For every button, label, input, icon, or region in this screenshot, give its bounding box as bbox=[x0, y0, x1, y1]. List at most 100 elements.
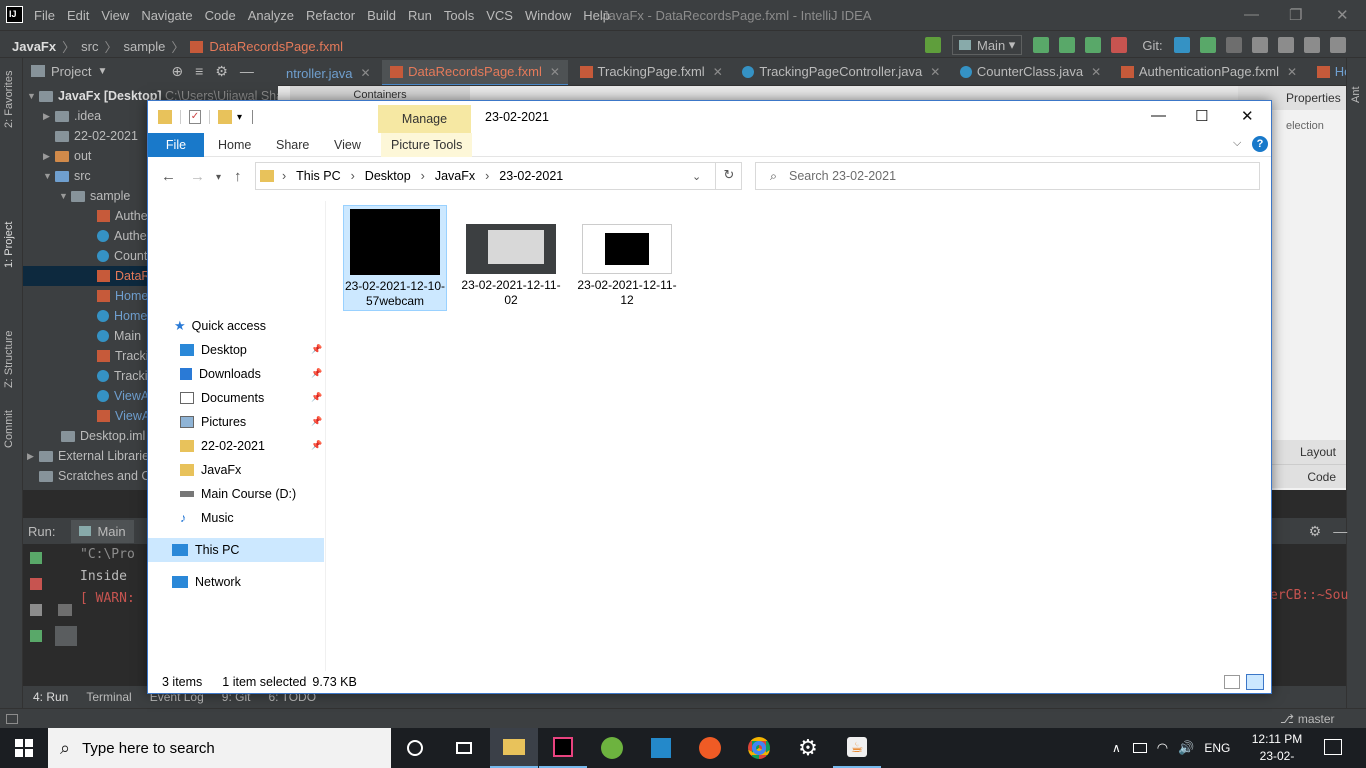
tree-item[interactable]: ▶ .idea bbox=[43, 106, 101, 126]
git-commit-icon[interactable] bbox=[1199, 37, 1216, 53]
locate-icon[interactable]: ⊕ bbox=[171, 63, 183, 80]
address-segment[interactable]: Desktop bbox=[365, 169, 411, 183]
ribbon-tab-share[interactable]: Share bbox=[266, 133, 319, 157]
menu-view[interactable]: View bbox=[101, 8, 129, 23]
task-view-button[interactable] bbox=[440, 728, 488, 768]
editor-tab[interactable]: TrackingPage.fxml ✕ bbox=[572, 58, 731, 85]
refresh-icon[interactable]: ↻ bbox=[715, 162, 742, 190]
chevron-right-icon[interactable]: › bbox=[421, 169, 425, 183]
chevron-down-icon[interactable]: ▾ bbox=[237, 112, 242, 123]
file-item[interactable]: 23-02-2021-12-11-02 bbox=[459, 205, 563, 311]
breadcrumb-src[interactable]: src bbox=[81, 39, 98, 54]
tree-item[interactable]: Home bbox=[97, 286, 148, 306]
soft-wrap-icon[interactable] bbox=[58, 604, 72, 616]
chevron-up-icon[interactable]: ∧ bbox=[1112, 741, 1121, 755]
hide-icon[interactable]: — bbox=[240, 63, 254, 79]
scroll-to-end-icon[interactable] bbox=[55, 626, 77, 646]
address-bar[interactable]: › This PC › Desktop › JavaFx › 23-02-202… bbox=[255, 162, 742, 190]
taskbar-chrome[interactable] bbox=[735, 728, 783, 768]
nav-quick-access[interactable]: ★ Quick access bbox=[174, 314, 266, 338]
menu-analyze[interactable]: Analyze bbox=[248, 8, 294, 23]
menu-navigate[interactable]: Navigate bbox=[141, 8, 192, 23]
address-segment[interactable]: 23-02-2021 bbox=[499, 169, 563, 183]
menu-code[interactable]: Code bbox=[205, 8, 236, 23]
tree-item[interactable]: Authe bbox=[97, 226, 147, 246]
pin-icon[interactable]: 📌 bbox=[311, 416, 322, 427]
search-everywhere-icon[interactable] bbox=[1329, 37, 1346, 53]
address-segment[interactable]: JavaFx bbox=[435, 169, 475, 183]
stop-icon[interactable] bbox=[30, 578, 42, 590]
nav-item-documents[interactable]: Documents bbox=[180, 386, 264, 410]
rerun-icon[interactable] bbox=[30, 552, 42, 564]
cortana-button[interactable] bbox=[391, 728, 439, 768]
tree-item[interactable]: ▶ External Libraries bbox=[27, 446, 155, 466]
battery-icon[interactable] bbox=[1132, 743, 1147, 753]
nav-item-desktop[interactable]: Desktop bbox=[180, 338, 247, 362]
ribbon-tab-file[interactable]: File bbox=[148, 133, 204, 157]
menu-tools[interactable]: Tools bbox=[444, 8, 474, 23]
pin-icon[interactable]: 📌 bbox=[311, 392, 322, 403]
expand-ribbon-icon[interactable]: ⌵ bbox=[1233, 137, 1241, 150]
tree-item[interactable]: Desktop.iml bbox=[61, 426, 145, 446]
close-icon[interactable]: ✕ bbox=[360, 66, 370, 80]
favorites-tab[interactable]: 2: Favorites bbox=[3, 71, 15, 128]
ide-minimize-icon[interactable]: — bbox=[1244, 6, 1259, 23]
close-icon[interactable]: ✕ bbox=[930, 65, 940, 79]
recent-locations-icon[interactable]: ▾ bbox=[216, 172, 221, 183]
editor-tab[interactable]: AuthenticationPage.fxml ✕ bbox=[1113, 58, 1305, 85]
statusbar-toggle-icon[interactable] bbox=[6, 713, 18, 724]
minimize-icon[interactable]: — bbox=[1151, 107, 1166, 124]
chevron-right-icon[interactable]: › bbox=[485, 169, 489, 183]
expand-arrow-icon[interactable]: ▼ bbox=[59, 191, 71, 201]
gear-icon[interactable]: ⚙ bbox=[1309, 523, 1322, 540]
details-view-icon[interactable] bbox=[1224, 675, 1240, 689]
ribbon-tab-view[interactable]: View bbox=[324, 133, 371, 157]
tree-item[interactable]: Main bbox=[97, 326, 141, 346]
menu-file[interactable]: File bbox=[34, 8, 55, 23]
tree-item[interactable]: Scratches and Co bbox=[39, 466, 157, 486]
nav-item-downloads[interactable]: Downloads bbox=[180, 362, 261, 386]
expand-arrow-icon[interactable]: ▼ bbox=[43, 171, 55, 181]
maximize-icon[interactable]: ☐ bbox=[1195, 107, 1208, 125]
search-box[interactable]: ⌕ Search 23-02-2021 bbox=[755, 162, 1260, 190]
debug-icon[interactable] bbox=[30, 630, 42, 642]
chevron-right-icon[interactable]: › bbox=[282, 169, 286, 183]
camera-icon[interactable] bbox=[30, 604, 42, 616]
pin-icon[interactable]: 📌 bbox=[311, 368, 322, 379]
git-update-icon[interactable] bbox=[1173, 37, 1190, 53]
layout-icon[interactable] bbox=[1303, 37, 1320, 53]
bottom-tab-terminal[interactable]: Terminal bbox=[86, 690, 131, 704]
run-tab-main[interactable]: Main bbox=[71, 519, 134, 543]
chevron-down-icon[interactable]: ▼ bbox=[97, 66, 107, 77]
file-item[interactable]: 23-02-2021-12-11-12 bbox=[575, 205, 679, 311]
nav-item-22-02-2021[interactable]: 22-02-2021 bbox=[180, 434, 265, 458]
tree-item[interactable]: 22-02-2021 bbox=[55, 126, 138, 146]
hide-icon[interactable]: — bbox=[1333, 523, 1347, 539]
editor-tab[interactable]: HomePage.fxm bbox=[1309, 58, 1346, 85]
menu-edit[interactable]: Edit bbox=[67, 8, 89, 23]
taskbar-intellij[interactable] bbox=[539, 728, 587, 768]
tree-item[interactable]: Authe bbox=[97, 206, 148, 226]
pin-icon[interactable]: 📌 bbox=[311, 440, 322, 451]
notifications-icon[interactable] bbox=[1324, 739, 1342, 755]
start-button[interactable] bbox=[0, 728, 48, 768]
ribbon-tab-home[interactable]: Home bbox=[208, 133, 261, 157]
project-structure-icon[interactable] bbox=[1277, 37, 1294, 53]
run-config-select[interactable]: Main ▾ bbox=[952, 35, 1023, 55]
nav-item-music[interactable]: ♪ Music bbox=[180, 506, 234, 530]
menu-refactor[interactable]: Refactor bbox=[306, 8, 355, 23]
new-folder-icon[interactable] bbox=[218, 110, 232, 124]
commit-tab[interactable]: Commit bbox=[3, 410, 15, 448]
ide-close-icon[interactable]: ✕ bbox=[1336, 6, 1349, 24]
close-icon[interactable]: ✕ bbox=[1241, 107, 1254, 125]
taskbar-spring-tool[interactable] bbox=[588, 728, 636, 768]
expand-arrow-icon[interactable]: ▶ bbox=[27, 451, 39, 462]
wifi-icon[interactable]: ◠ bbox=[1157, 740, 1168, 756]
properties-icon[interactable]: ✓ bbox=[189, 110, 201, 124]
close-icon[interactable]: ✕ bbox=[550, 65, 560, 79]
breadcrumb-file[interactable]: DataRecordsPage.fxml bbox=[209, 39, 343, 54]
help-icon[interactable]: ? bbox=[1252, 136, 1268, 152]
git-branch-label[interactable]: master bbox=[1298, 712, 1335, 726]
nav-network[interactable]: Network bbox=[172, 570, 241, 594]
chevron-right-icon[interactable]: › bbox=[351, 169, 355, 183]
